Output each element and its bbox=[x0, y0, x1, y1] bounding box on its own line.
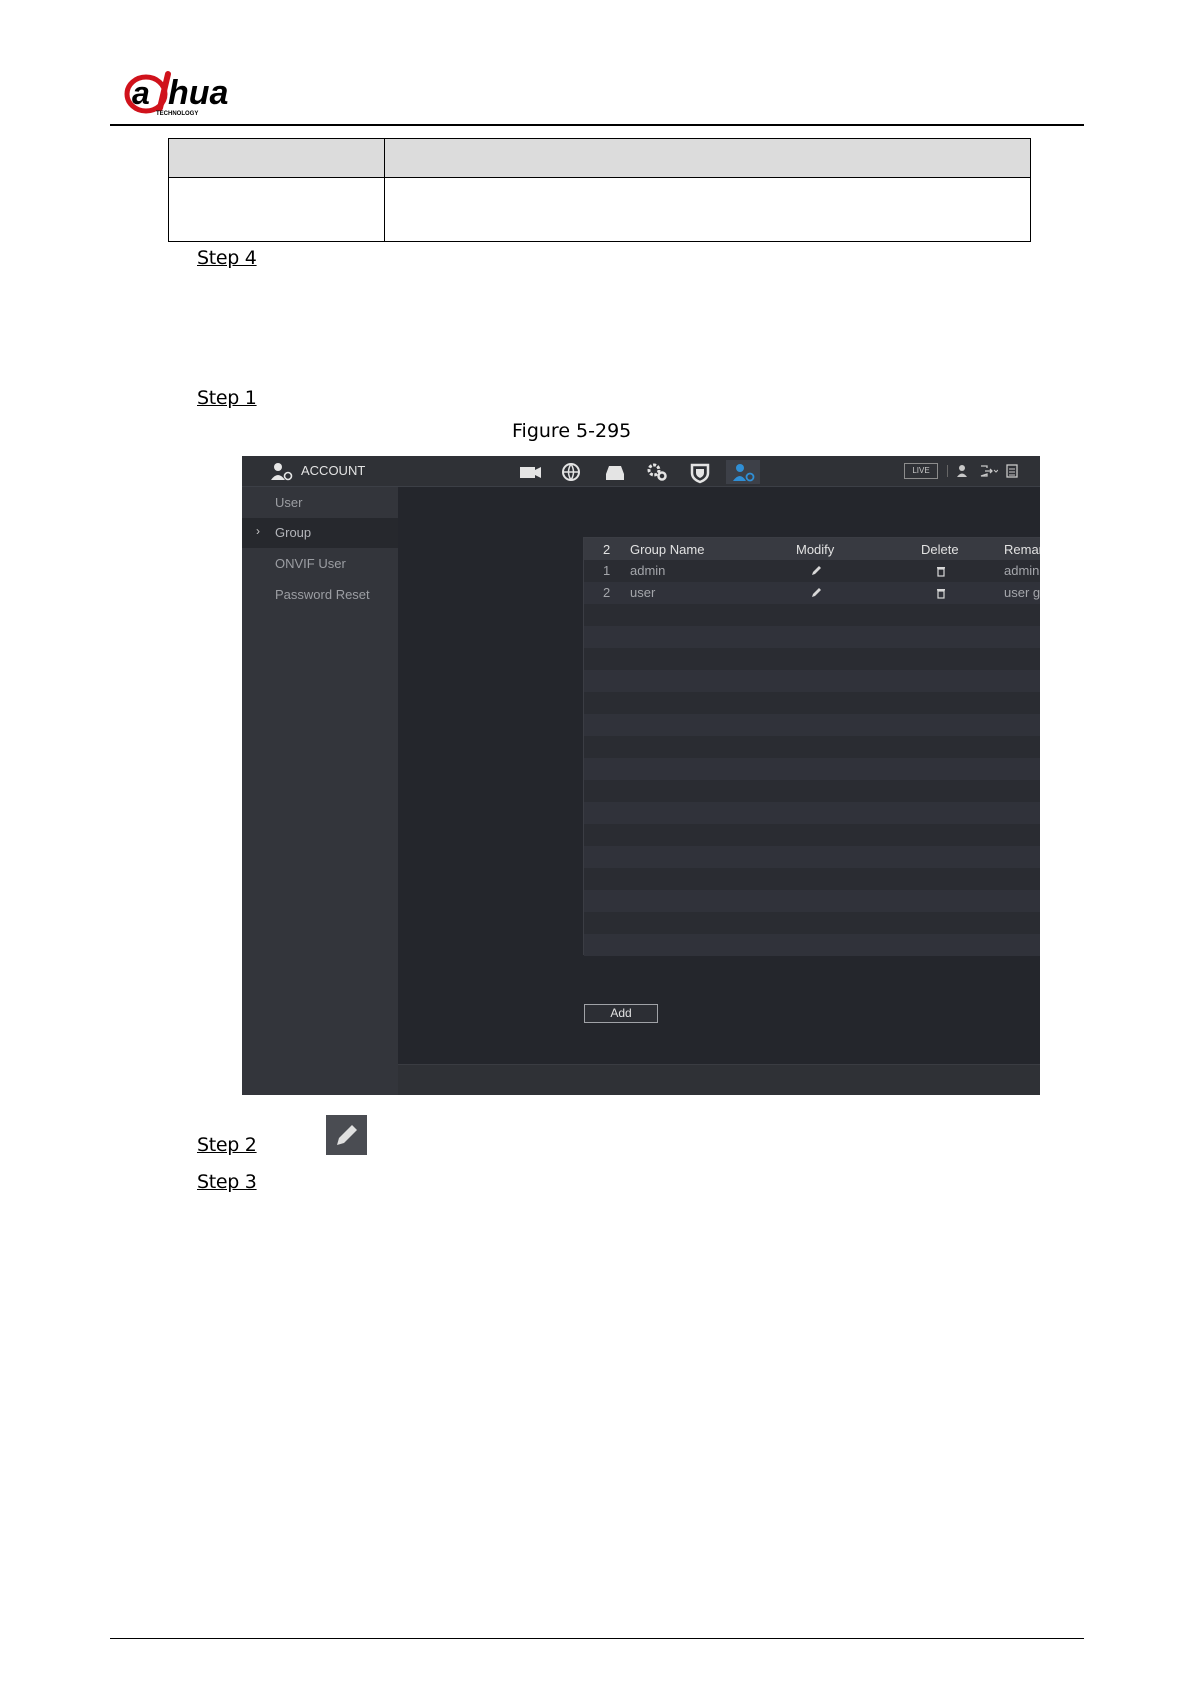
table-row-empty bbox=[584, 648, 1040, 670]
page-title: ACCOUNT bbox=[301, 463, 366, 478]
header-delete: Delete bbox=[921, 542, 959, 557]
chevron-right-icon: › bbox=[256, 524, 260, 538]
dahua-logo: a hua TECHNOLOGY bbox=[124, 71, 228, 117]
table-row-empty bbox=[584, 934, 1040, 956]
step-1-label: Step 1 bbox=[197, 387, 257, 409]
header-group-name: Group Name bbox=[630, 542, 705, 557]
live-button[interactable]: LIVE bbox=[904, 463, 938, 479]
table-row-empty bbox=[584, 736, 1040, 758]
table-row-empty bbox=[584, 626, 1040, 648]
step-2-label: Step 2 bbox=[197, 1134, 257, 1156]
header-count: 2 bbox=[603, 542, 611, 557]
shield-icon bbox=[690, 463, 710, 484]
row-remarks: administrator group bbox=[1004, 563, 1040, 578]
table-header: 2 Group Name Modify Delete Remarks bbox=[584, 538, 1040, 560]
add-button[interactable]: Add bbox=[584, 1004, 658, 1023]
table-row-empty bbox=[584, 758, 1040, 780]
modify-button-sample bbox=[326, 1115, 367, 1155]
bottom-bar bbox=[398, 1064, 1040, 1095]
table-row-empty bbox=[584, 868, 1040, 890]
sidebar-item-label: Password Reset bbox=[275, 587, 370, 602]
sidebar: User › Group ONVIF User Password Reset bbox=[242, 487, 398, 1095]
table-row[interactable]: 1 admin administrator group bbox=[584, 560, 1040, 582]
step-4-label: Step 4 bbox=[197, 247, 257, 269]
security-nav[interactable] bbox=[683, 460, 717, 484]
gears-icon bbox=[647, 463, 667, 481]
trash-icon[interactable] bbox=[936, 587, 946, 599]
sidebar-item-password-reset[interactable]: Password Reset bbox=[242, 580, 398, 610]
table-row-empty bbox=[584, 890, 1040, 912]
account-settings-icon bbox=[733, 464, 755, 482]
table-row-empty bbox=[584, 824, 1040, 846]
table-row-empty bbox=[584, 670, 1040, 692]
row-index: 1 bbox=[603, 563, 611, 578]
step-3-label: Step 3 bbox=[197, 1171, 257, 1193]
table-column-divider bbox=[384, 139, 385, 241]
pencil-icon bbox=[337, 1125, 357, 1145]
sidebar-item-label: ONVIF User bbox=[275, 556, 346, 571]
main-panel: 2 Group Name Modify Delete Remarks 1 adm… bbox=[398, 487, 1040, 1064]
figure-caption: Figure 5-295 bbox=[512, 420, 632, 442]
camera-icon bbox=[520, 467, 541, 478]
camera-nav[interactable] bbox=[513, 460, 547, 484]
sidebar-item-onvif-user[interactable]: ONVIF User bbox=[242, 549, 398, 579]
sidebar-item-label: Group bbox=[275, 525, 312, 540]
svg-text:a: a bbox=[132, 75, 150, 111]
table-row[interactable]: 2 user user group bbox=[584, 582, 1040, 604]
header-modify: Modify bbox=[796, 542, 835, 557]
table-row-empty bbox=[584, 692, 1040, 714]
table-row-empty bbox=[584, 780, 1040, 802]
row-group-name: user bbox=[630, 585, 656, 600]
parameter-table-fragment bbox=[168, 138, 1031, 242]
toolbar-separator bbox=[947, 465, 948, 477]
account-nav[interactable] bbox=[726, 460, 760, 484]
top-bar: ACCOUNT LIVE bbox=[242, 456, 1040, 487]
sidebar-item-group[interactable]: › Group bbox=[242, 518, 398, 548]
account-icon bbox=[271, 463, 293, 481]
table-row-empty bbox=[584, 912, 1040, 934]
hdd-icon bbox=[606, 466, 624, 480]
pencil-icon[interactable] bbox=[810, 565, 822, 577]
footer-rule bbox=[110, 1638, 1084, 1639]
header-remarks: Remarks bbox=[1004, 542, 1040, 557]
globe-icon bbox=[562, 463, 580, 481]
table-row-empty bbox=[584, 604, 1040, 626]
sidebar-item-user[interactable]: User bbox=[242, 488, 398, 518]
group-table: 2 Group Name Modify Delete Remarks 1 adm… bbox=[583, 537, 1040, 956]
menu-grid-icon[interactable] bbox=[1006, 464, 1018, 478]
trash-icon[interactable] bbox=[936, 565, 946, 577]
network-nav[interactable] bbox=[555, 460, 589, 484]
table-row-empty bbox=[584, 846, 1040, 868]
row-group-name: admin bbox=[630, 563, 666, 578]
storage-nav[interactable] bbox=[598, 460, 632, 484]
header-rule bbox=[110, 124, 1084, 126]
table-row-empty bbox=[584, 714, 1040, 736]
account-group-screenshot: ACCOUNT LIVE User › Group ONVIF User Pas… bbox=[242, 456, 1040, 1095]
system-nav[interactable] bbox=[640, 460, 674, 484]
svg-text:TECHNOLOGY: TECHNOLOGY bbox=[156, 111, 198, 117]
table-row-empty bbox=[584, 802, 1040, 824]
logout-icon[interactable] bbox=[980, 465, 998, 477]
sidebar-item-label: User bbox=[275, 495, 303, 510]
table-header-row bbox=[169, 139, 1030, 178]
pencil-icon[interactable] bbox=[810, 587, 822, 599]
svg-text:hua: hua bbox=[168, 74, 228, 112]
row-remarks: user group bbox=[1004, 585, 1040, 600]
row-index: 2 bbox=[603, 585, 611, 600]
user-icon[interactable] bbox=[956, 464, 968, 478]
